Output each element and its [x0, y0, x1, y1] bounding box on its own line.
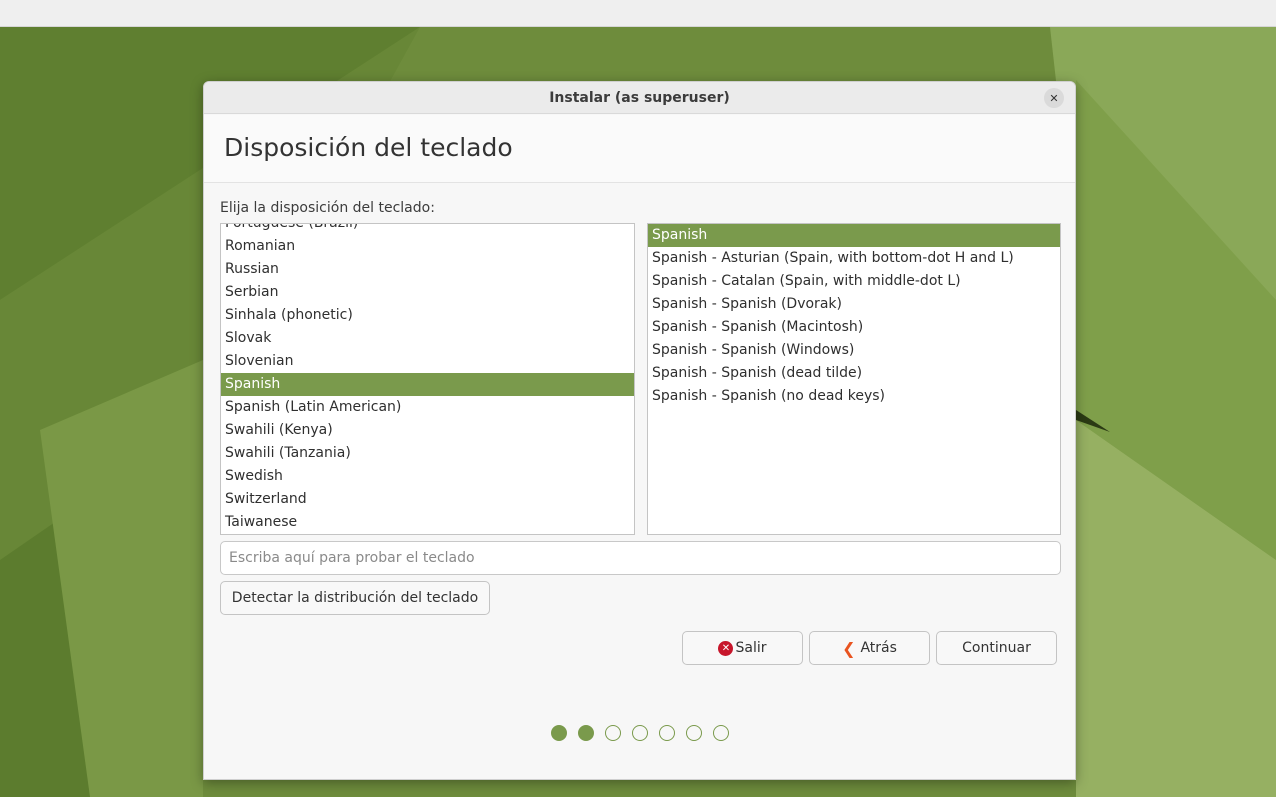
keyboard-layout-list[interactable]: Portuguese (Brazil) Romanian Russian Serbia… [220, 223, 635, 535]
layout-list-item[interactable]: Serbian [221, 281, 634, 304]
window-titlebar[interactable]: Instalar (as superuser) ✕ [204, 82, 1075, 114]
step-dot [713, 725, 729, 741]
close-icon[interactable]: ✕ [1044, 88, 1064, 108]
quit-button[interactable]: ✕ Salir [682, 631, 803, 665]
step-dot [578, 725, 594, 741]
layout-list-item[interactable]: Switzerland [221, 488, 634, 511]
detect-layout-button[interactable]: Detectar la distribución del teclado [220, 581, 490, 615]
variant-list-item[interactable]: Spanish - Catalan (Spain, with middle-do… [648, 270, 1060, 293]
chevron-left-icon: ❮ [842, 638, 856, 658]
top-panel [0, 0, 1276, 27]
step-dot [605, 725, 621, 741]
variant-list-item[interactable]: Spanish - Spanish (Windows) [648, 339, 1060, 362]
layout-list-item[interactable]: Swedish [221, 465, 634, 488]
layout-list-item[interactable]: Portuguese (Brazil) [221, 224, 634, 235]
variant-list-item[interactable]: Spanish - Spanish (Macintosh) [648, 316, 1060, 339]
back-button-label: Atrás [860, 640, 897, 656]
layout-list-item[interactable]: Spanish (Latin American) [221, 396, 634, 419]
layout-list-item[interactable]: Slovak [221, 327, 634, 350]
back-button[interactable]: ❮ Atrás [809, 631, 930, 665]
layout-list-item[interactable]: Spanish [221, 373, 634, 396]
keyboard-variant-list-items: Spanish Spanish - Asturian (Spain, with b… [648, 224, 1060, 408]
continue-button[interactable]: Continuar [936, 631, 1057, 665]
step-dot [632, 725, 648, 741]
window-title: Instalar (as superuser) [549, 89, 730, 106]
variant-list-item[interactable]: Spanish [648, 224, 1060, 247]
page-title: Disposición del teclado [224, 133, 513, 162]
step-dot [659, 725, 675, 741]
variant-list-item[interactable]: Spanish - Asturian (Spain, with bottom-d… [648, 247, 1060, 270]
layout-prompt-label: Elija la disposición del teclado: [220, 200, 435, 216]
variant-list-item[interactable]: Spanish - Spanish (Dvorak) [648, 293, 1060, 316]
keyboard-variant-list[interactable]: Spanish Spanish - Asturian (Spain, with b… [647, 223, 1061, 535]
installer-window: Instalar (as superuser) ✕ Disposición de… [203, 81, 1076, 780]
layout-list-item[interactable]: Romanian [221, 235, 634, 258]
variant-list-item[interactable]: Spanish - Spanish (dead tilde) [648, 362, 1060, 385]
quit-button-label: Salir [735, 640, 767, 656]
page-header: Disposición del teclado [204, 115, 1075, 183]
progress-step-indicator [551, 725, 731, 741]
step-dot [551, 725, 567, 741]
keyboard-test-input[interactable] [220, 541, 1061, 575]
layout-list-item[interactable]: Russian [221, 258, 634, 281]
variant-list-item[interactable]: Spanish - Spanish (no dead keys) [648, 385, 1060, 408]
keyboard-layout-list-items: Portuguese (Brazil) Romanian Russian Serbia… [221, 224, 634, 534]
layout-list-item[interactable]: Slovenian [221, 350, 634, 373]
layout-list-item[interactable]: Swahili (Tanzania) [221, 442, 634, 465]
layout-list-item[interactable]: Taiwanese [221, 511, 634, 534]
layout-list-item[interactable]: Sinhala (phonetic) [221, 304, 634, 327]
quit-icon: ✕ [718, 640, 734, 656]
step-dot [686, 725, 702, 741]
layout-list-item[interactable]: Swahili (Kenya) [221, 419, 634, 442]
